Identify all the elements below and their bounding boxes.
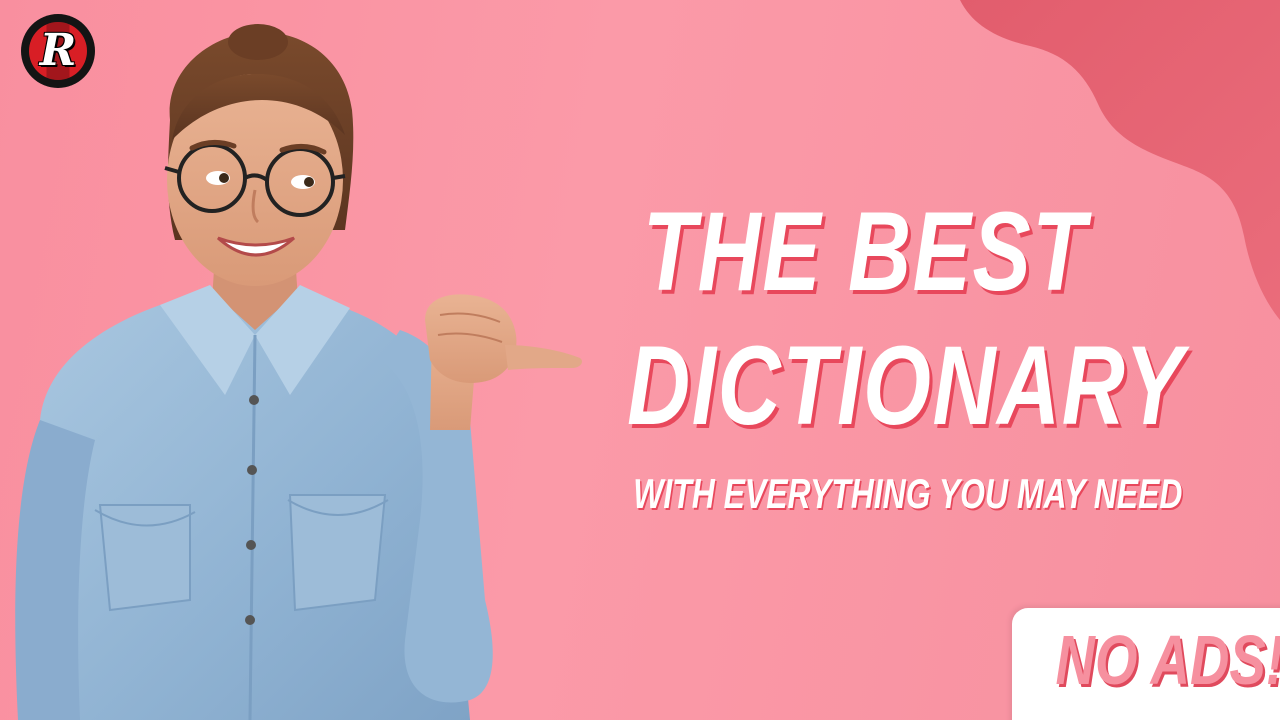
thumbnail-canvas: R THE BEST DICTIONARY WITH EVERYTHING YO… <box>0 0 1280 720</box>
no-ads-label: NO ADS! <box>1055 621 1280 699</box>
logo-letter: R <box>39 25 77 76</box>
headline-line-2: DICTIONARY <box>627 323 1185 448</box>
headline-line-1: THE BEST <box>642 189 1088 314</box>
subheadline: WITH EVERYTHING YOU MAY NEED <box>633 470 1183 517</box>
woman-pointing-illustration <box>15 24 583 720</box>
